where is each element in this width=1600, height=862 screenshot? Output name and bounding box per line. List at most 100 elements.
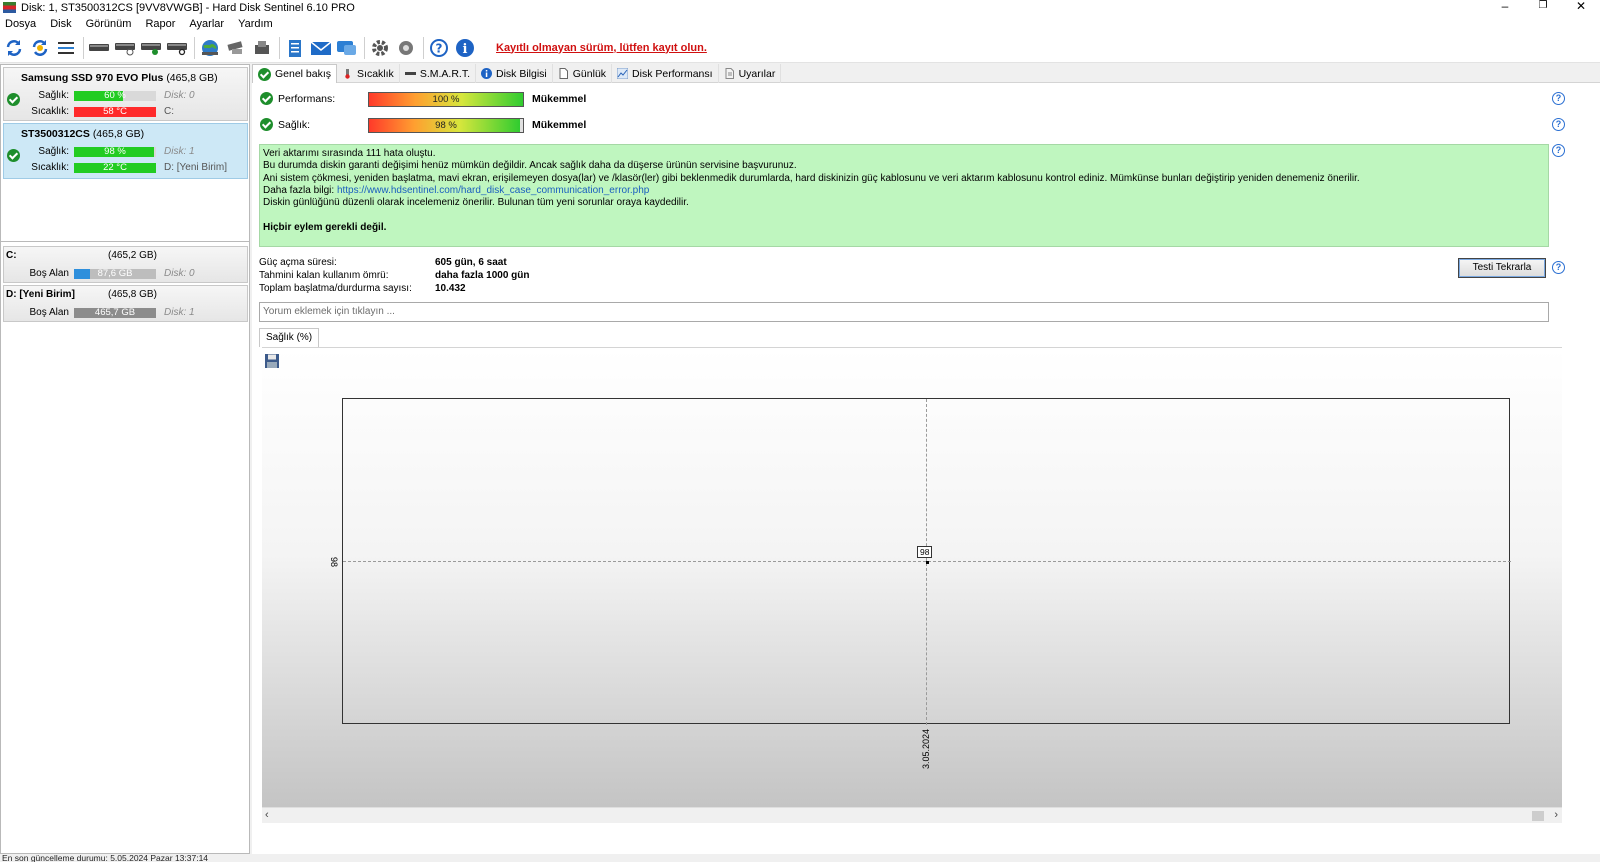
disk-info-icon[interactable]: [88, 37, 110, 59]
help-icon[interactable]: ?: [428, 37, 450, 59]
status-message-box: Veri aktarımı sırasında 111 hata oluştu.…: [259, 144, 1549, 247]
volume-card-d[interactable]: D: [Yeni Birim] (465,8 GB) Boş Alan 465,7…: [3, 285, 248, 322]
tab-disk-performance[interactable]: Disk Performansı: [612, 64, 719, 83]
disk-number: Disk: 1: [164, 146, 195, 157]
power-on-row: Güç açma süresi: 605 gün, 6 saat: [259, 257, 507, 268]
divider: [1, 241, 249, 242]
tab-log[interactable]: Günlük: [553, 64, 613, 83]
performance-bar: 100 %: [368, 91, 524, 107]
gear-icon[interactable]: [369, 37, 391, 59]
refresh-icon[interactable]: [3, 37, 25, 59]
volume-name: C:: [6, 250, 17, 261]
health-bar: 98 %: [74, 147, 156, 157]
register-link[interactable]: Kayıtlı olmayan sürüm, lütfen kayıt olun…: [496, 42, 707, 54]
action-message: Hiçbir eylem gerekli değil.: [263, 222, 387, 234]
comment-input[interactable]: Yorum eklemek için tıklayın ...: [259, 302, 1549, 322]
help-icon[interactable]: ?: [1552, 261, 1565, 274]
lifetime-row: Tahmini kalan kullanım ömrü: daha fazla 1…: [259, 270, 530, 281]
menu-disk[interactable]: Disk: [50, 18, 71, 30]
volume-letter: D: [Yeni Birim]: [164, 162, 227, 173]
free-space-bar: 465,7 GB: [74, 308, 156, 318]
alert-document-icon: [725, 68, 734, 79]
tab-overview[interactable]: Genel bakış: [252, 64, 338, 83]
menu-ayarlar[interactable]: Ayarlar: [189, 18, 224, 30]
health-status: Mükemmel: [532, 119, 587, 131]
refresh-all-icon[interactable]: [29, 37, 51, 59]
tab-temperature[interactable]: Sıcaklık: [337, 64, 400, 83]
disk-card-1[interactable]: ST3500312CS (465,8 GB) Sağlık: 98 % Disk…: [3, 123, 248, 179]
disk-test-icon[interactable]: [114, 37, 136, 59]
health-chart: 98 3.05.2024 98: [262, 347, 1562, 807]
volume-capacity: (465,8 GB): [108, 289, 157, 300]
volume-card-c[interactable]: C: (465,2 GB) Boş Alan 87,6 GB Disk: 0: [3, 246, 248, 283]
chart-plot-area: 98 3.05.2024 98: [329, 398, 1511, 769]
tab-health-chart[interactable]: Sağlık (%): [259, 328, 320, 347]
horizontal-scrollbar[interactable]: ‹ ›: [262, 807, 1562, 823]
toolbar-separator: [364, 36, 365, 59]
temperature-bar: 58 °C: [74, 107, 156, 117]
volume-name: D: [Yeni Birim]: [6, 289, 75, 300]
menu-rapor[interactable]: Rapor: [145, 18, 175, 30]
temperature-label: Sıcaklık:: [31, 106, 69, 117]
network-disk-icon[interactable]: [225, 37, 247, 59]
help-icon[interactable]: ?: [1552, 118, 1565, 131]
advanced-settings-icon[interactable]: [395, 37, 417, 59]
scroll-thumb[interactable]: [1532, 811, 1544, 821]
help-icon[interactable]: ?: [1552, 144, 1565, 157]
close-button[interactable]: ✕: [1562, 0, 1600, 15]
svg-text:?: ?: [436, 41, 443, 55]
disk-number: Disk: 0: [164, 268, 195, 279]
status-text: En son güncelleme durumu: 5.05.2024 Paza…: [2, 854, 209, 862]
toolbar: ? i Kayıtlı olmayan sürüm, lütfen kayıt …: [0, 33, 1600, 63]
list-icon[interactable]: [55, 37, 77, 59]
message-icon[interactable]: [336, 37, 358, 59]
notepad-icon[interactable]: [284, 37, 306, 59]
window-title: Disk: 1, ST3500312CS [9VV8VWGB] - Hard D…: [21, 1, 355, 14]
health-label: Sağlık:: [278, 119, 311, 131]
status-bar: En son güncelleme durumu: 5.05.2024 Paza…: [0, 854, 1600, 862]
x-tick-label: 3.05.2024: [921, 728, 931, 769]
tab-disk-info[interactable]: Disk Bilgisi: [476, 64, 553, 83]
info-link[interactable]: https://www.hdsentinel.com/hard_disk_cas…: [337, 185, 649, 196]
free-space-label: Boş Alan: [29, 307, 69, 318]
volume-capacity: (465,2 GB): [108, 250, 157, 261]
toolbar-separator: [194, 36, 195, 59]
temperature-label: Sıcaklık:: [31, 162, 69, 173]
health-bar: 98 %: [368, 117, 524, 133]
disk-search-icon[interactable]: [166, 37, 188, 59]
scroll-left-icon[interactable]: ‹: [265, 809, 269, 821]
menu-gorunum[interactable]: Görünüm: [86, 18, 132, 30]
performance-label: Performans:: [278, 93, 336, 105]
menu-bar: Dosya Disk Görünüm Rapor Ayarlar Yardım: [0, 15, 1600, 33]
disk-name: ST3500312CS (465,8 GB): [21, 128, 145, 140]
menu-yardim[interactable]: Yardım: [238, 18, 273, 30]
message-line: Bu durumda diskin garanti değişimi henüz…: [263, 160, 797, 172]
disk-number: Disk: 0: [164, 90, 195, 101]
menu-dosya[interactable]: Dosya: [5, 18, 36, 30]
check-icon: [260, 118, 273, 131]
retest-button[interactable]: Testi Tekrarla: [1458, 258, 1546, 278]
save-icon[interactable]: [264, 353, 280, 369]
data-point: [926, 561, 929, 564]
globe-icon[interactable]: [199, 37, 221, 59]
start-stop-row: Toplam başlatma/durdurma sayısı: 10.432: [259, 283, 466, 294]
mail-icon[interactable]: [310, 37, 332, 59]
disk-list-panel: Samsung SSD 970 EVO Plus (465,8 GB) Sağl…: [0, 64, 250, 854]
about-info-icon[interactable]: i: [454, 37, 476, 59]
check-icon: [258, 67, 271, 81]
volume-letter: C:: [164, 106, 174, 117]
disk-health-icon[interactable]: [140, 37, 162, 59]
minimize-button[interactable]: –: [1486, 0, 1524, 15]
app-icon: [3, 2, 16, 13]
restore-button[interactable]: ❐: [1524, 0, 1562, 15]
thermometer-icon: [345, 69, 350, 79]
tab-alerts[interactable]: Uyarılar: [719, 64, 782, 83]
help-icon[interactable]: ?: [1552, 92, 1565, 105]
scroll-right-icon[interactable]: ›: [1554, 809, 1558, 821]
tab-smart[interactable]: S.M.A.R.T.: [400, 64, 476, 83]
main-panel: Genel bakış Sıcaklık S.M.A.R.T. Disk Bil…: [252, 64, 1600, 854]
backup-icon[interactable]: [251, 37, 273, 59]
disk-card-0[interactable]: Samsung SSD 970 EVO Plus (465,8 GB) Sağl…: [3, 67, 248, 121]
data-label: 98: [917, 546, 933, 558]
health-label: Sağlık:: [38, 90, 69, 101]
